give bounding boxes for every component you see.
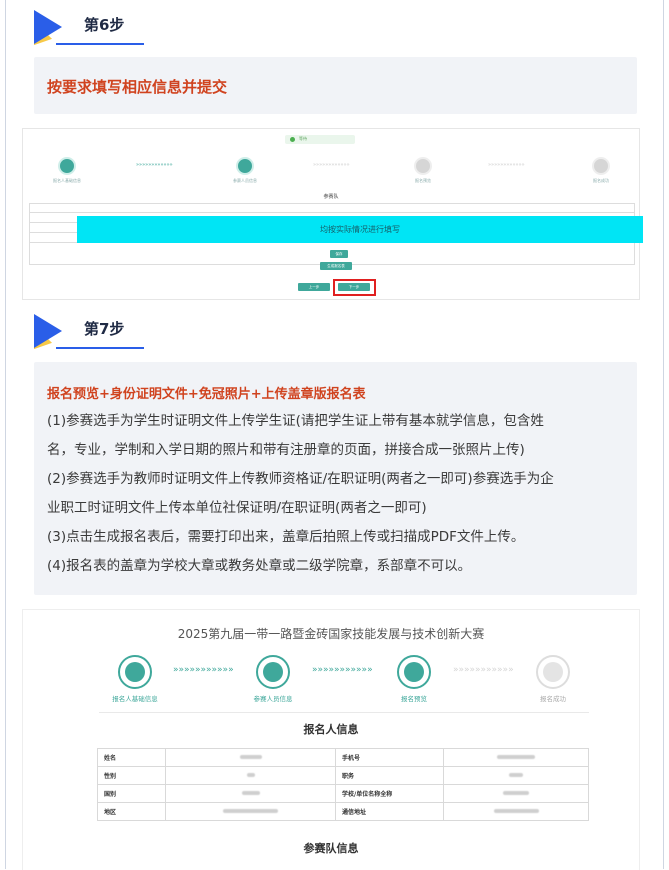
paragraph-line: 业职工时证明文件上传本单位社保证明/在职证明(两者之一即可) (47, 500, 427, 516)
step6-instruction-box: 按要求填写相应信息并提交 (34, 57, 637, 114)
progress-arrows: »»»»»»»»»»» (173, 665, 234, 675)
paragraph-line: 名，专业，学制和入学日期的照片和带有注册章的页面，拼接合成一张照片上传) (47, 442, 525, 458)
page: 第6步 按要求填写相应信息并提交 等待 报名人基础信息 »»»»»»»»»»»»… (0, 0, 669, 870)
progress-arrows: »»»»»»»»»»» (312, 665, 373, 675)
step6-instruction: 按要求填写相应信息并提交 (47, 78, 228, 96)
paragraph-line: (3)点击生成报名表后，需要打印出来，盖章后拍照上传或扫描成PDF文件上传。 (47, 529, 525, 545)
prev-step-button[interactable]: 上一步 (298, 283, 330, 291)
step-label: 报名预览 (401, 695, 427, 703)
title-underline (56, 347, 144, 349)
paragraph-line: (4)报名表的盖章为学校大章或教务处章或二级学院章，系部章不可以。 (47, 558, 472, 574)
field-value (443, 766, 589, 785)
mini-arrows: »»»»»»»»»»»» (136, 162, 173, 168)
user-icon (58, 157, 76, 175)
field-label: 地区 (97, 802, 166, 821)
form-screenshot: 等待 报名人基础信息 »»»»»»»»»»»» 参赛人员信息 »»»»»»»»»… (22, 128, 640, 300)
step-label: 报名人基础信息 (112, 695, 158, 703)
mini-step-label: 报名成功 (593, 178, 609, 183)
step-success: 报名成功 (513, 655, 593, 703)
applicant-info-table: 姓名 手机号 性别 职务 国别 学校/单位名称全称 地区 通信地址 (97, 748, 589, 821)
mini-step-3: 报名预览 (393, 157, 453, 184)
field-label: 手机号 (335, 748, 444, 767)
user-icon (118, 655, 152, 689)
table-row: 性别 职务 (97, 766, 589, 785)
mini-step-label: 报名预览 (415, 178, 431, 183)
mini-step-label: 报名人基础信息 (53, 178, 81, 183)
team-info-title: 参赛队信息 (303, 842, 359, 855)
step7-heading: 报名预览+身份证明文件+免冠照片+上传盖章版报名表 (47, 387, 366, 402)
title-underline (56, 43, 144, 45)
step-basic-info: 报名人基础信息 (95, 655, 175, 703)
progress-arrows: »»»»»»»»»»» (453, 665, 514, 675)
mini-progress-steps: 报名人基础信息 »»»»»»»»»»»» 参赛人员信息 »»»»»»»»»»»»… (23, 149, 639, 189)
people-icon (256, 655, 290, 689)
field-label: 姓名 (97, 748, 166, 767)
step6-header: 第6步 (34, 8, 234, 51)
field-value (443, 784, 589, 803)
divider (99, 712, 589, 713)
field-value (165, 802, 336, 821)
step7-title: 第7步 (84, 320, 125, 338)
step7-paragraphs: (1)参赛选手为学生时证明文件上传学生证(请把学生证上带有基本就学信息，包含姓 … (47, 407, 632, 581)
field-label: 学校/单位名称全称 (335, 784, 444, 803)
mini-step-1: 报名人基础信息 (37, 157, 97, 184)
success-icon (592, 157, 610, 175)
step7-instruction-box: 报名预览+身份证明文件+免冠照片+上传盖章版报名表 (1)参赛选手为学生时证明文… (34, 362, 637, 595)
status-text: 等待 (299, 136, 307, 141)
step-label: 报名成功 (540, 695, 566, 703)
save-button[interactable]: 保存 (330, 250, 348, 258)
table-row: 地区 通信地址 (97, 802, 589, 821)
mini-step-2: 参赛人员信息 (215, 157, 275, 184)
next-step-highlight (333, 279, 376, 296)
people-icon (236, 157, 254, 175)
success-icon (536, 655, 570, 689)
step-label: 参赛人员信息 (253, 695, 293, 703)
field-label: 通信地址 (335, 802, 444, 821)
preview-icon (397, 655, 431, 689)
fill-hint-overlay: 均按实际情况进行填写 (77, 216, 643, 243)
step-preview: 报名预览 (374, 655, 454, 703)
field-value (443, 748, 589, 767)
mini-step-4: 报名成功 (571, 157, 631, 184)
field-value (165, 748, 336, 767)
step-participants: 参赛人员信息 (233, 655, 313, 703)
table-row: 国别 学校/单位名称全称 (97, 784, 589, 803)
field-value (165, 784, 336, 803)
preview-icon (414, 157, 432, 175)
table-row: 姓名 手机号 (97, 748, 589, 767)
status-pill: 等待 (285, 135, 355, 144)
field-label: 性别 (97, 766, 166, 785)
field-label: 国别 (97, 784, 166, 803)
field-value (165, 766, 336, 785)
step6-title: 第6步 (84, 16, 125, 34)
blue-triangle-icon (34, 10, 62, 44)
mini-arrows: »»»»»»»»»»»» (313, 162, 350, 168)
blue-triangle-icon (34, 314, 62, 348)
step7-header: 第7步 (34, 312, 234, 355)
field-label: 职务 (335, 766, 444, 785)
field-value (443, 802, 589, 821)
status-dot-icon (290, 137, 295, 142)
mini-table-title: 参赛队 (323, 194, 339, 200)
preview-screenshot: 2025第九届一带一路暨金砖国家技能发展与技术创新大赛 报名人基础信息 »»»»… (22, 609, 640, 870)
mini-step-label: 参赛人员信息 (233, 178, 257, 183)
applicant-info-title: 报名人信息 (303, 723, 359, 736)
mini-arrows: »»»»»»»»»»»» (488, 162, 525, 168)
paragraph-line: (2)参赛选手为教师时证明文件上传教师资格证/在职证明(两者之一即可)参赛选手为… (47, 471, 554, 487)
generate-form-button[interactable]: 生成报名表 (320, 262, 352, 270)
paragraph-line: (1)参赛选手为学生时证明文件上传学生证(请把学生证上带有基本就学信息，包含姓 (47, 413, 544, 429)
competition-title: 2025第九届一带一路暨金砖国家技能发展与技术创新大赛 (177, 627, 485, 641)
